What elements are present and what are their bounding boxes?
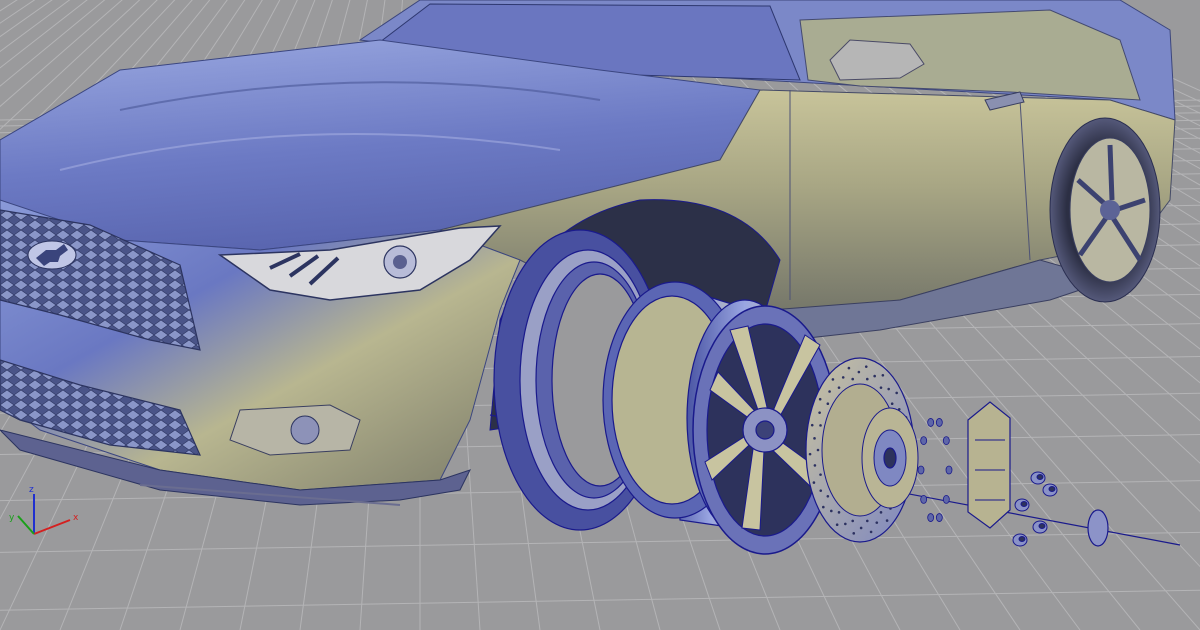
drill-hole [857, 370, 861, 374]
stud[interactable] [942, 494, 950, 504]
lug-nut-bore [1020, 501, 1028, 507]
z-axis-label: z [29, 485, 34, 495]
drill-hole [813, 464, 817, 467]
drill-hole [875, 521, 879, 524]
drill-hole [852, 532, 856, 535]
scene-canvas[interactable]: z x y [0, 0, 1200, 630]
drill-hole [813, 437, 816, 440]
drill-hole [895, 391, 898, 395]
stud[interactable] [935, 513, 943, 522]
stud[interactable] [927, 513, 935, 522]
center-cap[interactable] [1087, 509, 1109, 547]
stud[interactable] [935, 418, 943, 427]
3d-viewport[interactable]: z x y [0, 0, 1200, 630]
stud[interactable] [917, 465, 925, 475]
stud[interactable] [920, 436, 928, 446]
drill-hole [851, 377, 855, 381]
y-axis-label: y [9, 513, 15, 523]
drill-hole [859, 526, 863, 530]
lug-nut-bore [1036, 474, 1044, 480]
stud[interactable] [942, 436, 950, 446]
drill-hole [837, 386, 841, 389]
drill-hole [873, 374, 876, 378]
drill-hole [808, 452, 812, 456]
rear-wheel[interactable] [1049, 117, 1161, 303]
hub[interactable] [861, 407, 919, 509]
drill-hole [841, 376, 845, 379]
drill-hole [847, 366, 851, 370]
x-axis-label: x [73, 513, 79, 523]
drill-hole [885, 519, 889, 522]
horse-emblem-icon [27, 240, 77, 270]
drill-hole [879, 511, 883, 514]
stud[interactable] [927, 418, 935, 427]
drill-hole [826, 402, 830, 406]
lug-nut-bore [1018, 536, 1026, 542]
drill-hole [818, 411, 821, 414]
drill-hole [887, 387, 890, 391]
drill-hole [819, 489, 823, 492]
brake-caliper[interactable] [967, 401, 1011, 529]
drill-hole [831, 378, 835, 381]
drill-hole [835, 523, 839, 527]
drill-hole [837, 511, 841, 514]
stud[interactable] [920, 494, 928, 504]
drill-hole [844, 522, 847, 526]
drill-hole [819, 473, 822, 476]
drill-hole [865, 519, 869, 523]
drill-hole [818, 397, 822, 401]
drill-hole [881, 373, 885, 377]
drill-hole [819, 424, 822, 427]
drill-hole [864, 365, 868, 368]
drill-hole [851, 519, 855, 523]
drill-hole [869, 530, 873, 534]
drill-hole [830, 509, 833, 513]
drill-hole [822, 505, 825, 509]
drill-hole [890, 402, 894, 406]
drill-hole [810, 423, 814, 427]
drill-hole [865, 377, 869, 381]
drill-hole [816, 448, 820, 452]
drill-hole [826, 494, 830, 498]
drill-hole [879, 386, 883, 389]
stud[interactable] [945, 465, 953, 475]
lug-nut-bore [1038, 523, 1046, 529]
drill-hole [828, 390, 831, 393]
lug-nut-bore [1048, 486, 1056, 492]
drill-hole [812, 481, 816, 484]
